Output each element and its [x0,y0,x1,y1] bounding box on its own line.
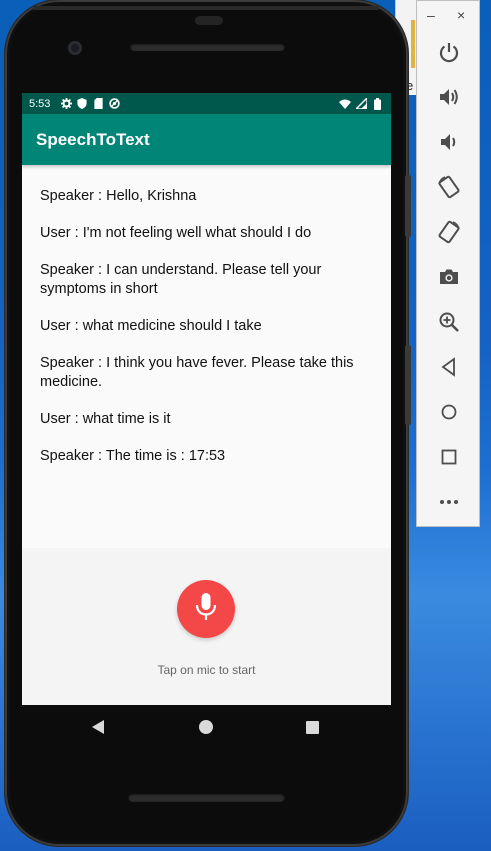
camera-icon [440,269,458,284]
nav-home-icon[interactable] [199,720,213,734]
volume-down-button[interactable] [436,129,462,155]
conversation-line: Speaker : I can understand. Please tell … [40,262,322,297]
back-button[interactable] [436,354,462,380]
status-bar: 5:53 [22,93,391,114]
power-icon [439,43,459,63]
conversation-list: Speaker : Hello, Krishna User : I'm not … [22,165,391,466]
more-button[interactable] [436,489,462,515]
conversation-line: User : I'm not feeling well what should … [40,225,312,241]
mic-panel: Tap on mic to start [22,548,391,705]
background-window-stripe [411,20,415,68]
overview-button[interactable] [436,444,462,470]
nav-overview-icon[interactable] [306,721,319,734]
rotate-left-button[interactable] [436,174,462,200]
mic-hint: Tap on mic to start [157,663,256,677]
battery-icon [371,97,383,110]
volume-down-icon [441,134,456,150]
phone-frame: 5:53 SpeechToText Speaker: Hello, Krish… [5,0,408,846]
volume-up-button[interactable] [436,84,462,110]
minimize-button[interactable]: – [427,7,435,23]
front-camera [68,41,82,55]
phone-side-button-power [405,175,411,237]
signal-icon [355,98,367,110]
conversation-line: Speaker : Hello, Krishna [40,188,197,204]
conversation-line: User : what medicine should I take [40,318,262,334]
no-data-icon [108,98,120,110]
wifi-icon [339,98,351,110]
zoom-icon [439,312,459,332]
phone-side-button-volume [405,345,411,425]
rotate-left-icon [438,175,460,199]
top-notch [195,16,223,25]
close-button[interactable]: × [457,7,465,23]
conversation-line: Speaker : I think you have fever. Please… [40,355,354,390]
shield-icon [76,98,88,110]
app-bar: SpeechToText [22,114,391,165]
volume-up-icon [440,89,458,105]
nav-bar [22,705,391,751]
rotate-right-button[interactable] [436,219,462,245]
rotate-right-icon [438,220,460,244]
power-button[interactable] [436,39,462,65]
more-icon [440,500,458,504]
screenshot-button[interactable] [436,264,462,290]
overview-icon [441,449,457,465]
zoom-button[interactable] [436,309,462,335]
home-button[interactable] [436,399,462,425]
phone-screen: 5:53 SpeechToText Speaker: Hello, Krish… [22,93,391,705]
app-title: SpeechToText [36,129,150,149]
bottom-speaker [128,793,285,802]
microphone-icon [193,592,219,627]
phone-edge [33,6,379,10]
home-icon [441,404,457,420]
top-speaker [130,43,285,51]
conversation-line: Speaker : The time is : 17:53 [40,448,226,464]
settings-icon [60,98,72,110]
mic-button[interactable] [177,580,235,638]
sd-card-icon [92,98,104,110]
back-icon [441,357,455,377]
nav-back-icon[interactable] [92,720,104,734]
conversation-line: User : what time is it [40,411,171,427]
emulator-toolbar: – × [416,0,480,527]
status-time: 5:53 [29,97,51,110]
